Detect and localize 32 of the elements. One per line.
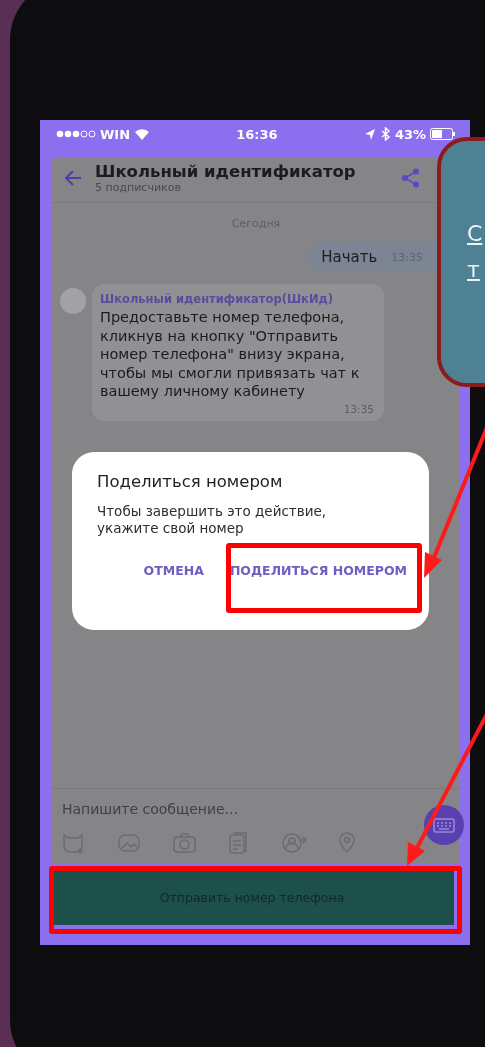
contact-share-button[interactable] <box>282 831 307 855</box>
image-button[interactable] <box>117 831 142 855</box>
keyboard-button[interactable] <box>424 805 464 845</box>
camera-button[interactable] <box>172 831 197 855</box>
callout-link[interactable]: т <box>467 255 480 285</box>
keyboard-icon <box>433 817 455 833</box>
image-icon <box>117 831 142 855</box>
message-input-field[interactable]: Напишите сообщение... <box>62 801 302 817</box>
wifi-icon <box>134 128 151 140</box>
avatar <box>60 288 86 314</box>
contact-share-icon <box>282 831 307 855</box>
camera-icon <box>172 831 197 855</box>
battery-percent: 43% <box>394 126 426 142</box>
back-button[interactable] <box>64 169 83 187</box>
callout-link[interactable]: С <box>467 219 483 249</box>
back-arrow-icon <box>64 169 83 187</box>
message-text: Предоставьте номер телефона, кликнув на кнопку "Отправить номер телефона" внизу экрана, чтобы мы смогли привязать чат к вашему личному кабинету <box>100 308 361 401</box>
carrier-name: WIN <box>100 126 131 142</box>
bluetooth-icon <box>379 127 391 141</box>
share-button[interactable] <box>401 168 420 188</box>
dialog-message: Чтобы завершить это действие, укажите свой номер <box>97 503 328 537</box>
share-icon <box>401 168 420 188</box>
dialog-title: Поделиться номером <box>97 472 284 491</box>
battery-icon <box>430 128 456 140</box>
subscriber-count: 5 подписчиков <box>95 181 182 194</box>
location-arrow-icon <box>363 127 376 141</box>
message-text: Начать <box>321 248 378 266</box>
sender-name: Школьный идентификатор(ШкИд) <box>100 292 335 306</box>
chat-title: Школьный идентификатор <box>95 162 357 181</box>
dialog-button[interactable]: ОТМЕНА <box>139 559 208 582</box>
signal-dots-icon <box>56 129 96 139</box>
clock-time: 16:36 <box>235 126 279 142</box>
